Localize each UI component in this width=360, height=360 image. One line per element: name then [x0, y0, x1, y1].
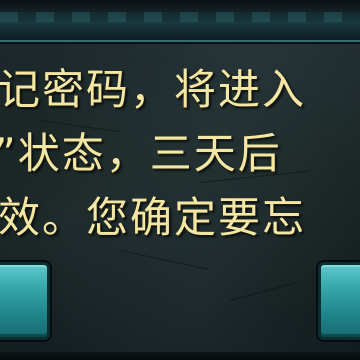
forget-password-dialog: 记密码，将进入 ”状态，三天后 效。您确定要忘	[0, 0, 360, 360]
confirm-button[interactable]	[0, 262, 50, 340]
dialog-top-frame	[0, 0, 360, 42]
dialog-bottom-frame	[0, 352, 360, 360]
stone-texture-crack	[229, 281, 298, 301]
message-line-3: 效。您确定要忘	[0, 193, 307, 242]
message-line-2: ”状态，三天后	[0, 129, 282, 178]
cancel-button[interactable]	[318, 262, 360, 340]
message-line-1: 记密码，将进入	[0, 65, 307, 114]
stone-texture-crack	[119, 250, 209, 270]
